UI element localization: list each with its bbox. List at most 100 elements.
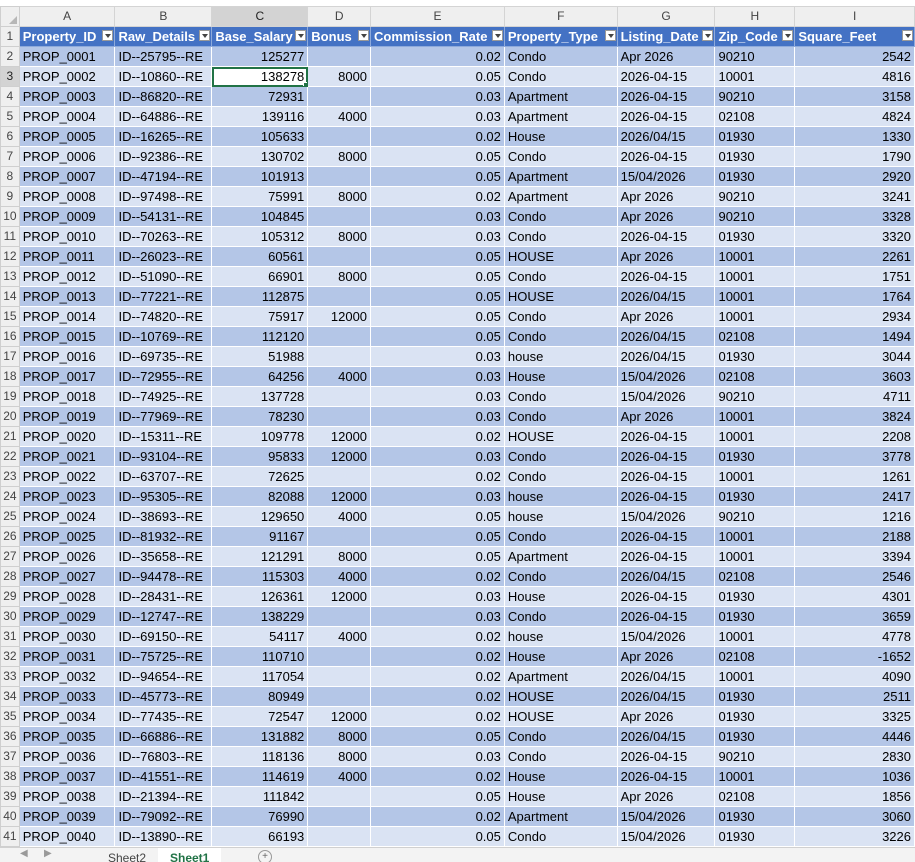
row-header[interactable]: 33 <box>0 666 20 687</box>
column-header-a[interactable]: A <box>18 6 116 27</box>
cell-f10[interactable]: Condo <box>503 206 618 227</box>
cell-a2[interactable]: PROP_0001 <box>18 46 116 67</box>
filter-dropdown-icon[interactable] <box>295 30 307 41</box>
row-header[interactable]: 27 <box>0 546 20 567</box>
cell-a33[interactable]: PROP_0032 <box>18 666 116 687</box>
cell-e5[interactable]: 0.03 <box>370 106 505 127</box>
cell-g3[interactable]: 2026-04-15 <box>616 66 716 87</box>
row-header[interactable]: 12 <box>0 246 20 267</box>
cell-a15[interactable]: PROP_0014 <box>18 306 116 327</box>
cell-f24[interactable]: house <box>503 486 618 507</box>
row-header[interactable]: 4 <box>0 86 20 107</box>
spreadsheet-grid[interactable]: ABCDEFGHI 1 Property_ID Raw_Details Base_Sa… <box>0 6 915 847</box>
row-header[interactable]: 14 <box>0 286 20 307</box>
header-cell-square-feet[interactable]: Square_Feet <box>794 26 915 47</box>
cell-f38[interactable]: House <box>503 766 618 787</box>
cell-e21[interactable]: 0.02 <box>370 426 505 447</box>
cell-i15[interactable]: 2934 <box>794 306 915 327</box>
cell-e9[interactable]: 0.02 <box>370 186 505 207</box>
cell-b32[interactable]: ID--75725--RE <box>114 646 213 667</box>
cell-d38[interactable]: 4000 <box>307 766 372 787</box>
cell-d14[interactable] <box>307 286 372 307</box>
filter-dropdown-icon[interactable] <box>358 30 370 41</box>
cell-d5[interactable]: 4000 <box>307 106 372 127</box>
cell-e34[interactable]: 0.02 <box>370 686 505 707</box>
cell-e24[interactable]: 0.03 <box>370 486 505 507</box>
cell-c2[interactable]: 125277 <box>211 46 309 67</box>
cell-h5[interactable]: 02108 <box>714 106 796 127</box>
column-header-e[interactable]: E <box>370 6 505 27</box>
cell-a10[interactable]: PROP_0009 <box>18 206 116 227</box>
cell-d34[interactable] <box>307 686 372 707</box>
row-header[interactable]: 18 <box>0 366 20 387</box>
cell-g21[interactable]: 2026-04-15 <box>616 426 716 447</box>
header-cell-zip-code[interactable]: Zip_Code <box>714 26 796 47</box>
cell-h21[interactable]: 10001 <box>714 426 796 447</box>
cell-a16[interactable]: PROP_0015 <box>18 326 116 347</box>
cell-c38[interactable]: 114619 <box>211 766 309 787</box>
add-sheet-icon[interactable]: + <box>258 850 272 862</box>
cell-b9[interactable]: ID--97498--RE <box>114 186 213 207</box>
cell-e18[interactable]: 0.03 <box>370 366 505 387</box>
cell-g26[interactable]: 2026-04-15 <box>616 526 716 547</box>
cell-d33[interactable] <box>307 666 372 687</box>
cell-b29[interactable]: ID--28431--RE <box>114 586 213 607</box>
cell-f15[interactable]: Condo <box>503 306 618 327</box>
cell-e13[interactable]: 0.05 <box>370 266 505 287</box>
cell-i28[interactable]: 2546 <box>794 566 915 587</box>
cell-b22[interactable]: ID--93104--RE <box>114 446 213 467</box>
cell-e30[interactable]: 0.03 <box>370 606 505 627</box>
cell-c18[interactable]: 64256 <box>211 366 309 387</box>
cell-a28[interactable]: PROP_0027 <box>18 566 116 587</box>
cell-b14[interactable]: ID--77221--RE <box>114 286 213 307</box>
cell-c32[interactable]: 110710 <box>211 646 309 667</box>
cell-a31[interactable]: PROP_0030 <box>18 626 116 647</box>
cell-g20[interactable]: Apr 2026 <box>616 406 716 427</box>
cell-i33[interactable]: 4090 <box>794 666 915 687</box>
cell-b16[interactable]: ID--10769--RE <box>114 326 213 347</box>
cell-c10[interactable]: 104845 <box>211 206 309 227</box>
cell-f23[interactable]: Condo <box>503 466 618 487</box>
cell-i20[interactable]: 3824 <box>794 406 915 427</box>
cell-e10[interactable]: 0.03 <box>370 206 505 227</box>
cell-a19[interactable]: PROP_0018 <box>18 386 116 407</box>
cell-i35[interactable]: 3325 <box>794 706 915 727</box>
cell-e11[interactable]: 0.03 <box>370 226 505 247</box>
cell-d26[interactable] <box>307 526 372 547</box>
cell-g23[interactable]: 2026-04-15 <box>616 466 716 487</box>
cell-c3[interactable]: 138278 <box>211 66 309 87</box>
cell-h25[interactable]: 90210 <box>714 506 796 527</box>
cell-i31[interactable]: 4778 <box>794 626 915 647</box>
cell-h26[interactable]: 10001 <box>714 526 796 547</box>
cell-g11[interactable]: 2026-04-15 <box>616 226 716 247</box>
cell-a13[interactable]: PROP_0012 <box>18 266 116 287</box>
cell-i39[interactable]: 1856 <box>794 786 915 807</box>
cell-h31[interactable]: 10001 <box>714 626 796 647</box>
cell-g6[interactable]: 2026/04/15 <box>616 126 716 147</box>
cell-b7[interactable]: ID--92386--RE <box>114 146 213 167</box>
cell-a29[interactable]: PROP_0028 <box>18 586 116 607</box>
cell-a34[interactable]: PROP_0033 <box>18 686 116 707</box>
cell-g40[interactable]: 15/04/2026 <box>616 806 716 827</box>
cell-h6[interactable]: 01930 <box>714 126 796 147</box>
header-cell-property-id[interactable]: Property_ID <box>18 26 116 47</box>
row-header[interactable]: 10 <box>0 206 20 227</box>
cell-g32[interactable]: Apr 2026 <box>616 646 716 667</box>
cell-c33[interactable]: 117054 <box>211 666 309 687</box>
cell-i8[interactable]: 2920 <box>794 166 915 187</box>
cell-g16[interactable]: 2026/04/15 <box>616 326 716 347</box>
cell-b18[interactable]: ID--72955--RE <box>114 366 213 387</box>
cell-e33[interactable]: 0.02 <box>370 666 505 687</box>
cell-i3[interactable]: 4816 <box>794 66 915 87</box>
cell-c6[interactable]: 105633 <box>211 126 309 147</box>
cell-c39[interactable]: 111842 <box>211 786 309 807</box>
header-cell-listing-date[interactable]: Listing_Date <box>616 26 716 47</box>
row-header[interactable]: 11 <box>0 226 20 247</box>
cell-h36[interactable]: 01930 <box>714 726 796 747</box>
cell-i21[interactable]: 2208 <box>794 426 915 447</box>
cell-b38[interactable]: ID--41551--RE <box>114 766 213 787</box>
sheet-tab-sheet1[interactable]: Sheet1 <box>158 848 222 862</box>
cell-i29[interactable]: 4301 <box>794 586 915 607</box>
row-header[interactable]: 9 <box>0 186 20 207</box>
cell-i6[interactable]: 1330 <box>794 126 915 147</box>
